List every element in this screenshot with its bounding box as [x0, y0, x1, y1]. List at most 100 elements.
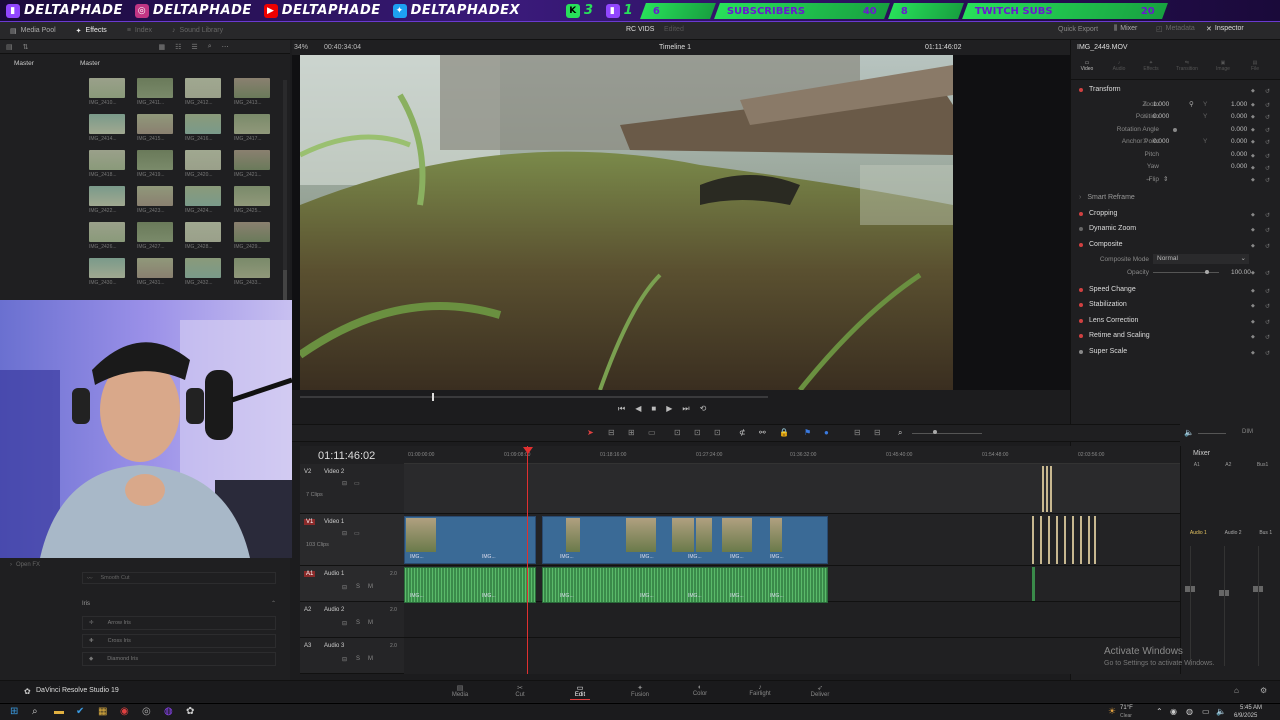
- play-icon[interactable]: ▶: [666, 404, 672, 414]
- app-icon[interactable]: ✔: [76, 706, 84, 717]
- reset-icon[interactable]: ↺: [1265, 139, 1270, 146]
- tab-effects[interactable]: ✦ Effects: [1135, 56, 1167, 79]
- page-tab-deliver[interactable]: ➶ Deliver: [800, 684, 840, 698]
- rotation-value[interactable]: 0.000: [1231, 126, 1247, 133]
- search-icon[interactable]: ⌕: [208, 43, 212, 51]
- media-scrollbar[interactable]: [283, 80, 287, 310]
- timeline-zoom-handle[interactable]: [933, 430, 937, 434]
- speed-change-section[interactable]: Speed Change: [1079, 286, 1136, 293]
- keyframe-icon[interactable]: ◆: [1251, 303, 1255, 309]
- blade-tool-icon[interactable]: ▭: [648, 428, 656, 437]
- reset-icon[interactable]: ↺: [1265, 177, 1270, 184]
- network-icon[interactable]: ▭: [1202, 707, 1210, 716]
- clip-thumbnail[interactable]: [185, 114, 221, 134]
- go-to-start-icon[interactable]: ⏮: [618, 404, 625, 414]
- tab-transition[interactable]: ⇋ Transition: [1167, 56, 1207, 79]
- page-tab-color[interactable]: ◐ Color: [680, 684, 720, 697]
- reset-icon[interactable]: ↺: [1265, 88, 1270, 95]
- page-tab-cut[interactable]: ✂ Cut: [500, 684, 540, 698]
- v2-clip[interactable]: [1042, 466, 1044, 512]
- thumbnail-view-icon[interactable]: ▦: [159, 43, 166, 51]
- v1-clip[interactable]: [1080, 516, 1082, 564]
- clip-thumbnail[interactable]: [185, 150, 221, 170]
- mixer-tab[interactable]: ⫼ Mixer: [1114, 25, 1137, 33]
- dynamic-zoom-section[interactable]: Dynamic Zoom: [1079, 225, 1136, 232]
- clip-thumbnail[interactable]: [89, 186, 125, 206]
- clip-thumbnail[interactable]: [185, 258, 221, 278]
- diamond-iris-item[interactable]: ◆ Diamond Iris: [82, 652, 276, 666]
- keyframe-icon[interactable]: ◆: [1251, 139, 1255, 145]
- clip-thumbnail[interactable]: [137, 186, 173, 206]
- effects-tab[interactable]: ✦ Effects: [66, 27, 117, 35]
- opacity-slider[interactable]: [1153, 272, 1219, 273]
- keyframe-icon[interactable]: ◆: [1251, 88, 1255, 94]
- clip-thumbnail[interactable]: [89, 258, 125, 278]
- clip-thumbnail[interactable]: [89, 78, 125, 98]
- transform-section[interactable]: Transform: [1079, 86, 1121, 93]
- mute-button[interactable]: M: [368, 656, 373, 662]
- clip-thumbnail[interactable]: [234, 150, 270, 170]
- dynamic-trim-icon[interactable]: ⊞: [628, 428, 635, 437]
- chrome-icon[interactable]: ◉: [120, 706, 129, 717]
- clip-thumbnail[interactable]: [234, 258, 270, 278]
- tray-app-icon-2[interactable]: ◍: [1186, 707, 1193, 716]
- position-x-value[interactable]: 0.000: [1153, 113, 1169, 120]
- files-icon[interactable]: ▦: [98, 706, 107, 717]
- keyframe-icon[interactable]: ◆: [1251, 334, 1255, 340]
- super-scale-section[interactable]: Super Scale: [1079, 348, 1127, 355]
- opacity-value[interactable]: 100.00: [1231, 269, 1251, 276]
- go-to-end-icon[interactable]: ⏭: [682, 404, 689, 414]
- keyframe-icon[interactable]: ◆: [1251, 165, 1255, 171]
- zoom-y-value[interactable]: 1.000: [1231, 101, 1247, 108]
- index-tab[interactable]: ≡ Index: [117, 27, 162, 34]
- v1-clip[interactable]: [1088, 516, 1090, 564]
- mute-button[interactable]: M: [368, 584, 373, 590]
- flip-vertical-icon[interactable]: ⇕: [1163, 175, 1168, 183]
- home-icon[interactable]: ⌂: [1234, 686, 1239, 695]
- options-icon[interactable]: ⋯: [222, 43, 229, 51]
- resolve-taskbar-icon[interactable]: ✿: [186, 706, 194, 717]
- tab-image[interactable]: ▣ Image: [1207, 56, 1239, 79]
- track-v2-header[interactable]: V2 Video 2 ⊟ ▭ 7 Clips: [300, 464, 404, 514]
- play-reverse-icon[interactable]: ◀: [635, 404, 641, 414]
- track-lock-icon[interactable]: ⊟: [342, 656, 347, 663]
- zoom-full-icon[interactable]: ⊟: [854, 428, 861, 437]
- v1-clip[interactable]: [1094, 516, 1096, 564]
- flip-horizontal-icon[interactable]: ⇔: [1145, 176, 1152, 183]
- clip-thumbnail[interactable]: [137, 258, 173, 278]
- link-icon[interactable]: ⚲: [1189, 100, 1194, 108]
- clip-thumbnail[interactable]: [234, 186, 270, 206]
- enabled-dot[interactable]: [1079, 87, 1083, 92]
- timeline-zoom-slider[interactable]: [912, 433, 982, 434]
- viewer-zoom[interactable]: 34%: [294, 44, 308, 51]
- sound-library-tab[interactable]: ♪ Sound Library: [162, 27, 233, 34]
- dim-button[interactable]: DIM: [1242, 429, 1253, 435]
- search-icon[interactable]: ⌕: [32, 706, 38, 717]
- timeline-timecode[interactable]: 01:11:46:02: [318, 450, 375, 462]
- keyframe-icon[interactable]: ◆: [1251, 288, 1255, 294]
- a1-clip[interactable]: [1032, 567, 1035, 601]
- reset-icon[interactable]: ↺: [1265, 350, 1270, 357]
- keyframe-icon[interactable]: ◆: [1251, 319, 1255, 325]
- zoom-x-value[interactable]: 1.000: [1153, 101, 1169, 108]
- tab-audio[interactable]: ♪ Audio: [1103, 56, 1135, 79]
- zoom-detail-icon[interactable]: ⊟: [874, 428, 881, 437]
- solo-button[interactable]: S: [356, 584, 360, 590]
- reset-icon[interactable]: ↺: [1265, 114, 1270, 121]
- reset-icon[interactable]: ↺: [1265, 319, 1270, 326]
- clip-thumbnail[interactable]: [185, 222, 221, 242]
- playhead[interactable]: [527, 446, 528, 674]
- v1-clip[interactable]: [1056, 516, 1058, 564]
- replace-clip-icon[interactable]: ⊡: [714, 428, 721, 437]
- marker-icon[interactable]: ●: [824, 428, 829, 437]
- reset-icon[interactable]: ↺: [1265, 270, 1270, 277]
- audio-clip-group[interactable]: [542, 567, 828, 603]
- v1-clip[interactable]: [1072, 516, 1074, 564]
- track-v1-header[interactable]: V1 Video 1 ⊟ ▭ 103 Clips: [300, 514, 404, 566]
- yaw-value[interactable]: 0.000: [1231, 163, 1247, 170]
- list-mode-icon[interactable]: ☰: [191, 43, 197, 51]
- anchor-y-value[interactable]: 0.000: [1231, 138, 1247, 145]
- opacity-slider-handle[interactable]: [1205, 270, 1209, 274]
- keyframe-icon[interactable]: ◆: [1251, 270, 1255, 276]
- keyframe-icon[interactable]: ◆: [1251, 114, 1255, 120]
